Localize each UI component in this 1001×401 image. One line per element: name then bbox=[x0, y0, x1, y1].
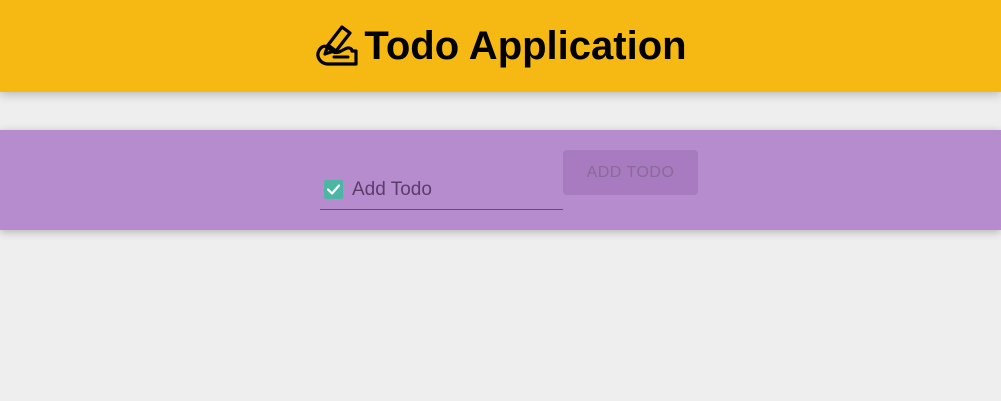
app-header: Todo Application bbox=[0, 0, 1001, 92]
checkbox-checked-icon[interactable] bbox=[324, 180, 343, 199]
add-todo-field[interactable] bbox=[320, 170, 563, 210]
add-todo-panel: ADD TODO bbox=[0, 130, 1001, 230]
app-title: Todo Application bbox=[364, 24, 687, 68]
todo-input[interactable] bbox=[352, 174, 552, 205]
header-title-group: Todo Application bbox=[314, 23, 687, 69]
writing-hand-icon bbox=[314, 23, 360, 69]
add-todo-button[interactable]: ADD TODO bbox=[563, 150, 698, 195]
